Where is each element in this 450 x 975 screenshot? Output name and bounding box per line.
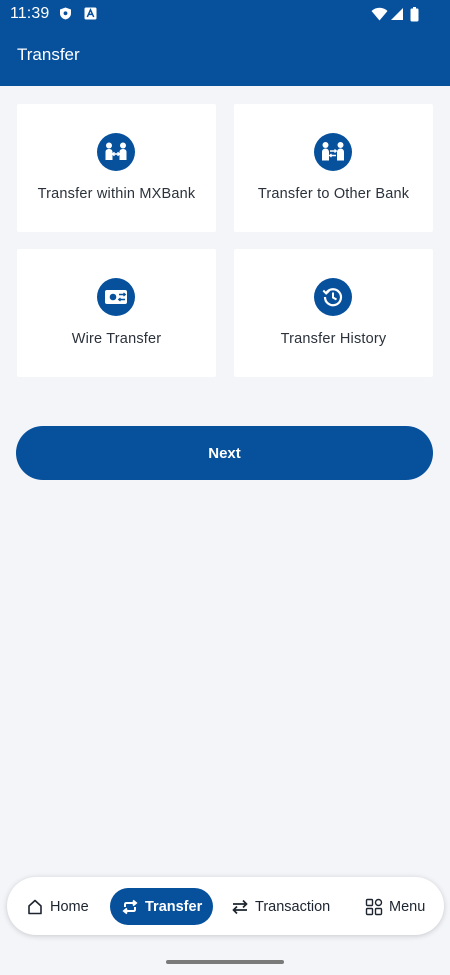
nav-label: Transfer xyxy=(145,898,203,915)
page-title: Transfer xyxy=(17,45,80,64)
people-transfer-icon xyxy=(97,133,135,171)
status-bar: 11:39 xyxy=(0,0,450,28)
wire-transfer-card[interactable]: Wire Transfer xyxy=(17,249,216,377)
card-label: Transfer within MXBank xyxy=(37,186,196,202)
battery-icon xyxy=(410,7,419,22)
card-label: Transfer to Other Bank xyxy=(257,186,410,202)
gesture-handle[interactable] xyxy=(166,960,284,964)
nav-item-menu[interactable]: Menu xyxy=(365,888,425,925)
transfer-history-card[interactable]: Transfer History xyxy=(234,249,433,377)
swap-arrows-icon xyxy=(232,899,248,914)
card-label: Transfer History xyxy=(280,331,387,347)
card-label: Wire Transfer xyxy=(71,331,162,347)
history-icon xyxy=(314,278,352,316)
cash-transfer-icon xyxy=(97,278,135,316)
people-exchange-icon xyxy=(314,133,352,171)
nav-item-transfer[interactable]: Transfer xyxy=(110,888,214,925)
status-time: 11:39 xyxy=(10,5,50,22)
nav-item-home[interactable]: Home xyxy=(26,888,89,925)
app-bar: Transfer xyxy=(0,28,450,86)
shield-icon xyxy=(60,7,71,20)
wifi-icon xyxy=(371,7,388,21)
next-button[interactable]: Next xyxy=(16,426,433,480)
grid-menu-icon xyxy=(365,898,383,915)
transfer-within-bank-card[interactable]: Transfer within MXBank xyxy=(17,104,216,232)
nav-label: Home xyxy=(50,898,89,915)
signal-icon xyxy=(391,8,403,20)
nav-label: Transaction xyxy=(255,898,331,915)
bottom-navigation: Home Transfer Transaction Menu xyxy=(7,877,444,935)
transfer-other-bank-card[interactable]: Transfer to Other Bank xyxy=(234,104,433,232)
nav-label: Menu xyxy=(389,898,426,915)
app-notification-icon xyxy=(84,7,97,20)
transfer-arrows-icon xyxy=(122,899,138,914)
nav-item-transaction[interactable]: Transaction xyxy=(231,888,330,925)
home-icon xyxy=(28,899,42,914)
